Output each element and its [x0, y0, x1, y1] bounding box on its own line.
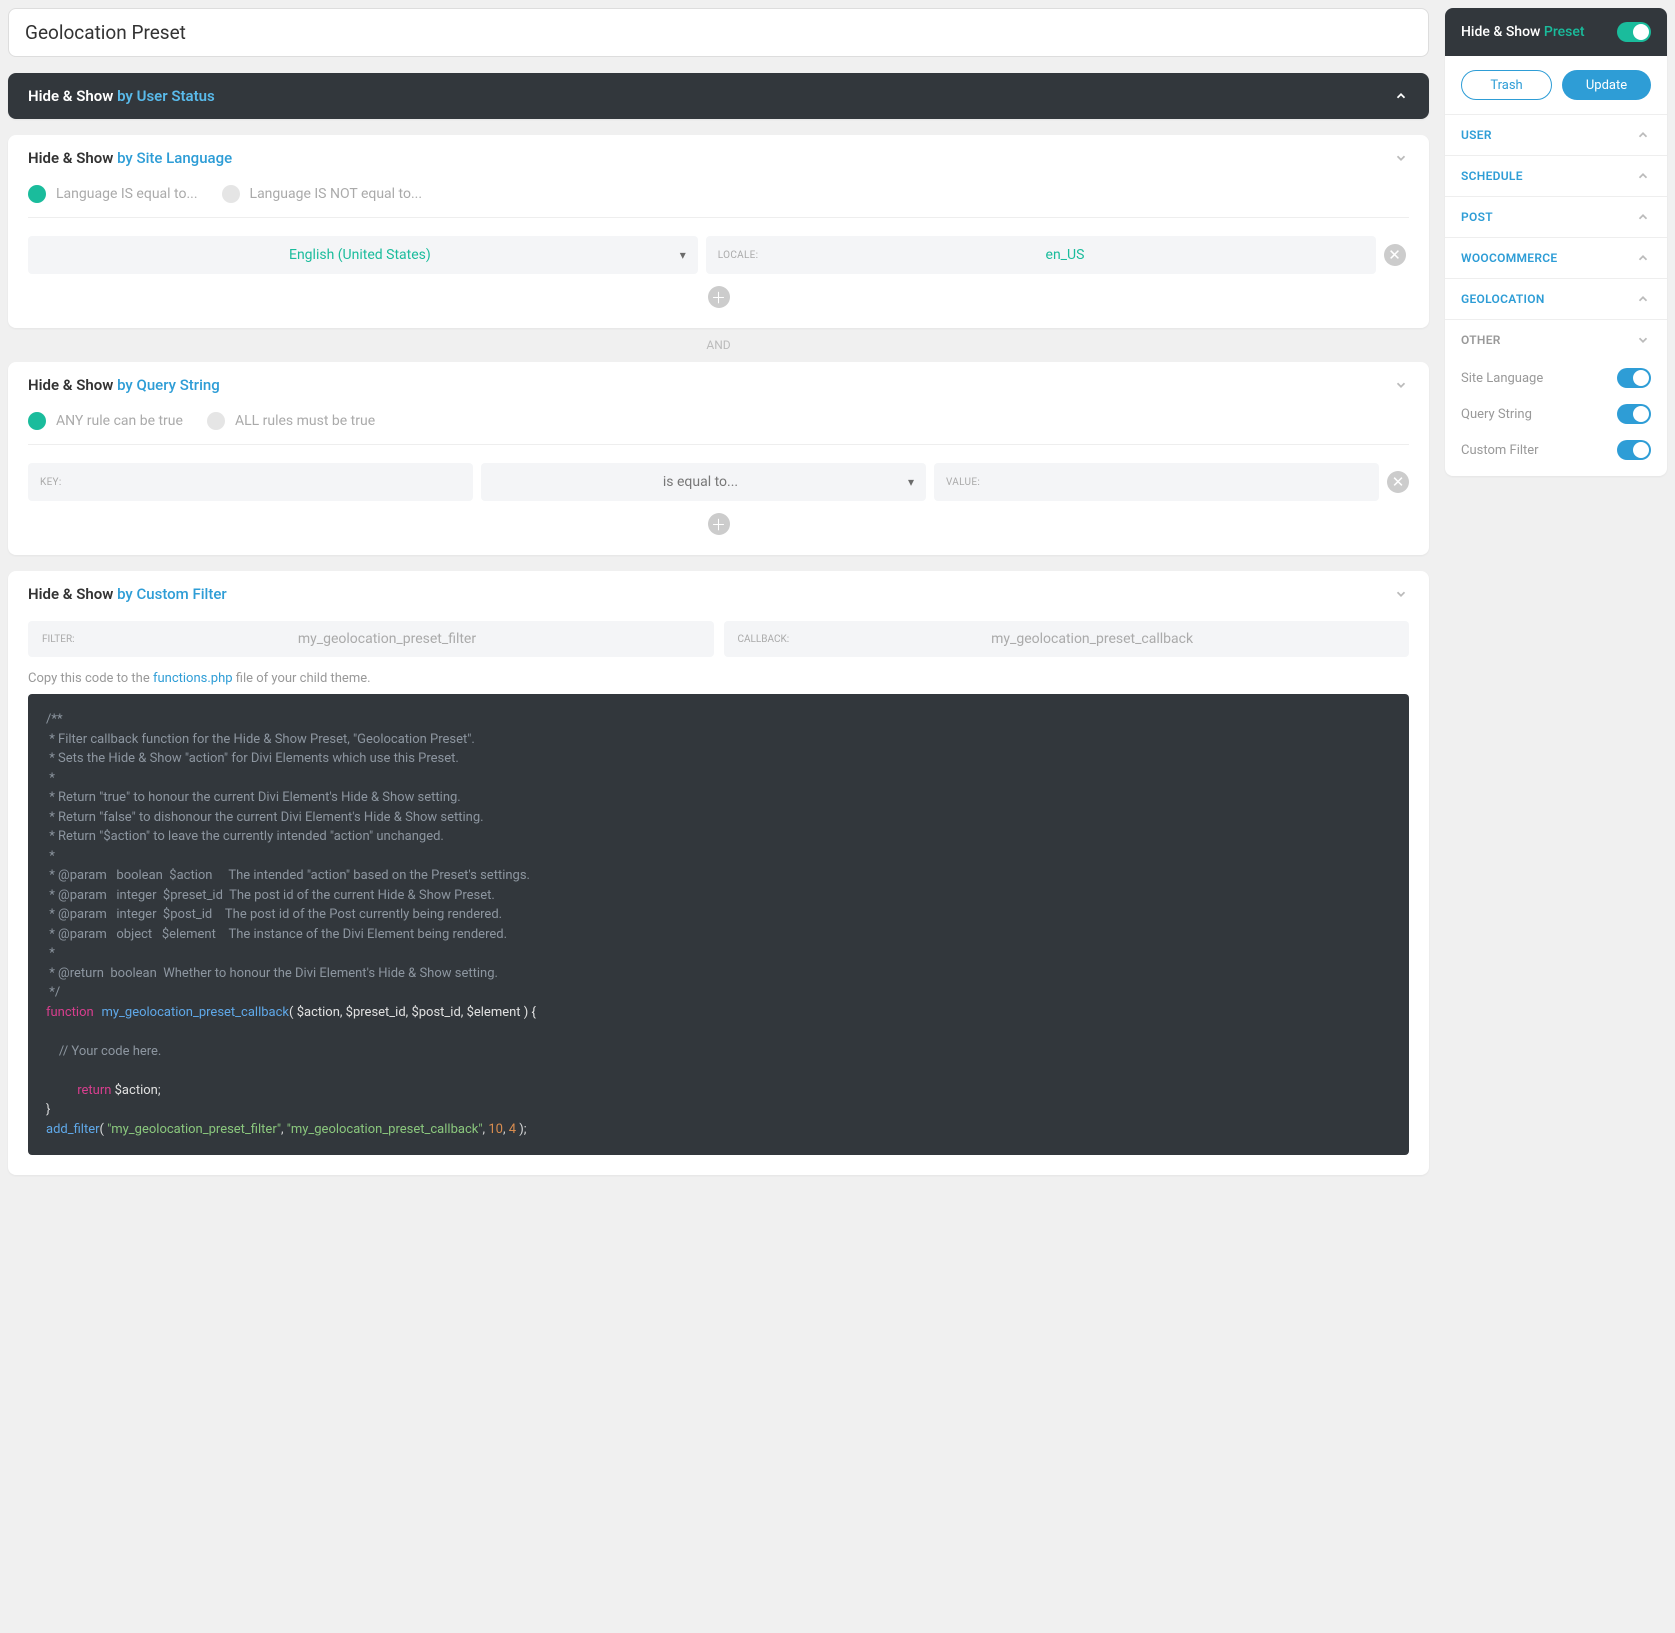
sidebar-panel: Hide & Show Preset Trash Update USER SCH…	[1445, 8, 1667, 476]
callback-value: my_geolocation_preset_callback	[789, 631, 1395, 647]
toggle-query-string[interactable]	[1617, 404, 1651, 424]
add-row-button[interactable]: ＋	[708, 286, 730, 308]
and-connector: AND	[8, 338, 1429, 352]
chevron-down-icon: ▾	[908, 475, 914, 489]
chevron-up-icon	[1635, 168, 1651, 184]
toggle-custom-filter[interactable]	[1617, 440, 1651, 460]
card-site-language: Hide & Show by Site Language Language IS…	[8, 135, 1429, 328]
key-label: KEY:	[40, 477, 62, 488]
sidebar-item-custom-filter: Custom Filter	[1461, 432, 1651, 468]
radio-label: ALL rules must be true	[235, 413, 375, 429]
section-other[interactable]: OTHER	[1445, 320, 1667, 360]
radio-dot-icon	[28, 412, 46, 430]
card-header-custom-filter[interactable]: Hide & Show by Custom Filter	[8, 571, 1429, 617]
section-user[interactable]: USER	[1445, 115, 1667, 155]
preset-title-input[interactable]	[8, 8, 1429, 57]
radio-all-true[interactable]: ALL rules must be true	[207, 412, 375, 430]
section-post[interactable]: POST	[1445, 197, 1667, 237]
radio-any-true[interactable]: ANY rule can be true	[28, 412, 183, 430]
callback-name-field[interactable]: CALLBACK: my_geolocation_preset_callback	[724, 621, 1410, 657]
remove-row-button[interactable]: ✕	[1384, 244, 1406, 266]
radio-label: Language IS NOT equal to...	[250, 186, 423, 202]
callback-label: CALLBACK:	[738, 634, 790, 645]
chevron-down-icon	[1393, 377, 1409, 393]
locale-value: en_US	[766, 247, 1363, 263]
card-header-user-status[interactable]: Hide & Show by User Status	[8, 73, 1429, 119]
card-header-site-language[interactable]: Hide & Show by Site Language	[8, 135, 1429, 181]
card-suffix: by User Status	[117, 87, 215, 105]
operator-value: is equal to...	[493, 474, 908, 490]
functions-php-link[interactable]: functions.php	[153, 671, 233, 686]
sidebar-item-site-language: Site Language	[1461, 360, 1651, 396]
section-schedule[interactable]: SCHEDULE	[1445, 156, 1667, 196]
code-block: /** * Filter callback function for the H…	[28, 694, 1409, 1155]
radio-dot-icon	[222, 185, 240, 203]
card-header-query-string[interactable]: Hide & Show by Query String	[8, 362, 1429, 408]
operator-select[interactable]: is equal to... ▾	[481, 463, 926, 501]
language-select-value: English (United States)	[40, 247, 680, 263]
card-query-string: Hide & Show by Query String ANY rule can…	[8, 362, 1429, 555]
chevron-down-icon	[1635, 332, 1651, 348]
add-row-button[interactable]: ＋	[708, 513, 730, 535]
value-input[interactable]: VALUE:	[934, 463, 1379, 501]
radio-dot-icon	[28, 185, 46, 203]
chevron-up-icon	[1635, 250, 1651, 266]
section-woocommerce[interactable]: WOOCOMMERCE	[1445, 238, 1667, 278]
radio-lang-not-equal[interactable]: Language IS NOT equal to...	[222, 185, 423, 203]
key-input[interactable]: KEY:	[28, 463, 473, 501]
chevron-up-icon	[1635, 127, 1651, 143]
filter-label: FILTER:	[42, 634, 75, 645]
language-select[interactable]: English (United States) ▾	[28, 236, 698, 274]
value-label: VALUE:	[946, 477, 980, 488]
radio-dot-icon	[207, 412, 225, 430]
radio-lang-equal[interactable]: Language IS equal to...	[28, 185, 198, 203]
chevron-down-icon	[1393, 150, 1409, 166]
sidebar-item-query-string: Query String	[1461, 396, 1651, 432]
chevron-down-icon: ▾	[680, 248, 686, 262]
update-button[interactable]: Update	[1562, 70, 1651, 100]
preset-enable-toggle[interactable]	[1617, 22, 1651, 42]
chevron-down-icon	[1393, 586, 1409, 602]
card-suffix: by Site Language	[117, 149, 232, 167]
card-prefix: Hide & Show	[28, 585, 117, 603]
card-prefix: Hide & Show	[28, 376, 117, 394]
locale-label: LOCALE:	[718, 250, 759, 261]
card-custom-filter: Hide & Show by Custom Filter FILTER: my_…	[8, 571, 1429, 1175]
radio-label: Language IS equal to...	[56, 186, 198, 202]
chevron-up-icon	[1393, 88, 1409, 104]
card-prefix: Hide & Show	[28, 149, 117, 167]
chevron-up-icon	[1635, 291, 1651, 307]
section-geolocation[interactable]: GEOLOCATION	[1445, 279, 1667, 319]
sidebar-header: Hide & Show Preset	[1445, 8, 1667, 56]
radio-label: ANY rule can be true	[56, 413, 183, 429]
card-prefix: Hide & Show	[28, 87, 117, 105]
toggle-site-language[interactable]	[1617, 368, 1651, 388]
copy-hint: Copy this code to the functions.php file…	[28, 671, 1409, 686]
remove-row-button[interactable]: ✕	[1387, 471, 1409, 493]
chevron-up-icon	[1635, 209, 1651, 225]
card-suffix: by Query String	[117, 376, 220, 394]
locale-field: LOCALE: en_US	[706, 236, 1376, 274]
trash-button[interactable]: Trash	[1461, 70, 1552, 100]
filter-value: my_geolocation_preset_filter	[75, 631, 700, 647]
card-suffix: by Custom Filter	[117, 585, 227, 603]
card-user-status: Hide & Show by User Status	[8, 73, 1429, 119]
filter-name-field[interactable]: FILTER: my_geolocation_preset_filter	[28, 621, 714, 657]
